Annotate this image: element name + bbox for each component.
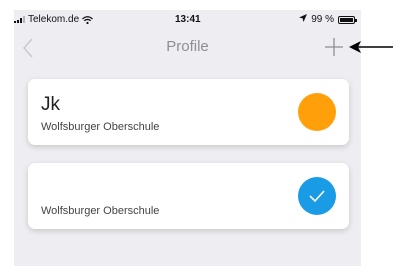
- profile-name: Jk: [41, 94, 60, 115]
- signal-icon: [14, 16, 25, 23]
- profile-card[interactable]: Jk Wolfsburger Oberschule: [28, 79, 349, 145]
- checkmark-icon: [309, 190, 325, 203]
- carrier-group: Telekom.de: [14, 14, 94, 25]
- navigation-bar: Profile: [14, 30, 361, 66]
- status-time: 13:41: [175, 14, 201, 25]
- profile-status-indicator[interactable]: [298, 177, 336, 215]
- arrow-left-icon: [349, 39, 393, 60]
- profile-card[interactable]: Wolfsburger Oberschule: [28, 163, 349, 229]
- page-title: Profile: [166, 38, 209, 55]
- profile-status-indicator[interactable]: [298, 93, 336, 131]
- profile-school: Wolfsburger Oberschule: [41, 205, 160, 217]
- status-right-group: 99 %: [299, 14, 357, 25]
- app-screen: Telekom.de 13:41 99 % Profile Jk Wolfsbu…: [14, 10, 361, 266]
- battery-percent: 99 %: [311, 14, 334, 25]
- plus-icon[interactable]: [323, 36, 345, 63]
- wifi-icon: [82, 15, 94, 24]
- location-arrow-icon: [299, 14, 308, 25]
- status-bar: Telekom.de 13:41 99 %: [14, 10, 361, 30]
- profile-school: Wolfsburger Oberschule: [41, 121, 160, 133]
- carrier-name: Telekom.de: [28, 14, 80, 25]
- battery-icon: [338, 15, 357, 24]
